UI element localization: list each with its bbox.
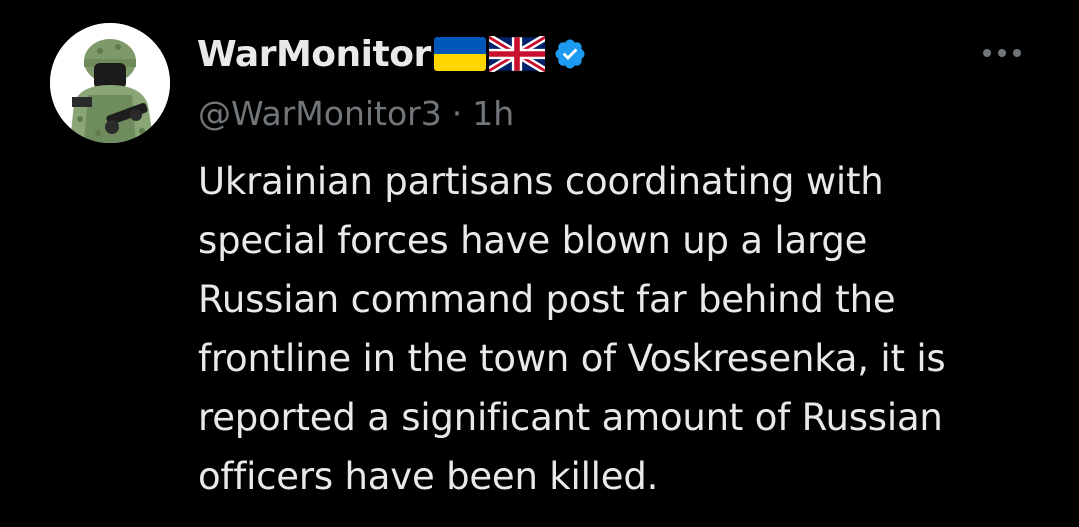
- tweet-text-line: frontline in the town of Voskresenka, it…: [198, 337, 946, 380]
- soldier-avatar-icon[interactable]: [50, 23, 170, 143]
- more-dot: [1013, 49, 1021, 57]
- user-handle[interactable]: @WarMonitor3: [198, 94, 442, 133]
- more-options-icon[interactable]: [975, 38, 1029, 68]
- tweet-meta: @WarMonitor3 · 1h: [198, 94, 514, 133]
- uk-flag-icon: [488, 36, 545, 72]
- ukraine-flag-icon: [433, 37, 486, 71]
- tweet-text-line: Russian command post far behind the: [198, 278, 896, 321]
- tweet-header: WarMonitor: [197, 28, 587, 80]
- tweet-text-line: Ukrainian partisans coordinating with: [198, 160, 884, 203]
- meta-separator: ·: [451, 94, 463, 133]
- tweet-text-line: special forces have blown up a large: [198, 219, 868, 262]
- tweet-text-line: reported a significant amount of Russian: [198, 396, 943, 439]
- tweet-text: Ukrainian partisans coordinating with sp…: [198, 152, 1058, 506]
- tweet-card[interactable]: WarMonitor @WarMonitor3 · 1h Ukrainian p…: [0, 0, 1079, 527]
- verified-badge-icon[interactable]: [553, 37, 587, 71]
- more-dot: [998, 49, 1006, 57]
- tweet-timestamp[interactable]: 1h: [472, 94, 514, 133]
- more-dot: [983, 49, 991, 57]
- tweet-text-line: officers have been killed.: [198, 455, 659, 498]
- display-name[interactable]: WarMonitor: [197, 34, 431, 75]
